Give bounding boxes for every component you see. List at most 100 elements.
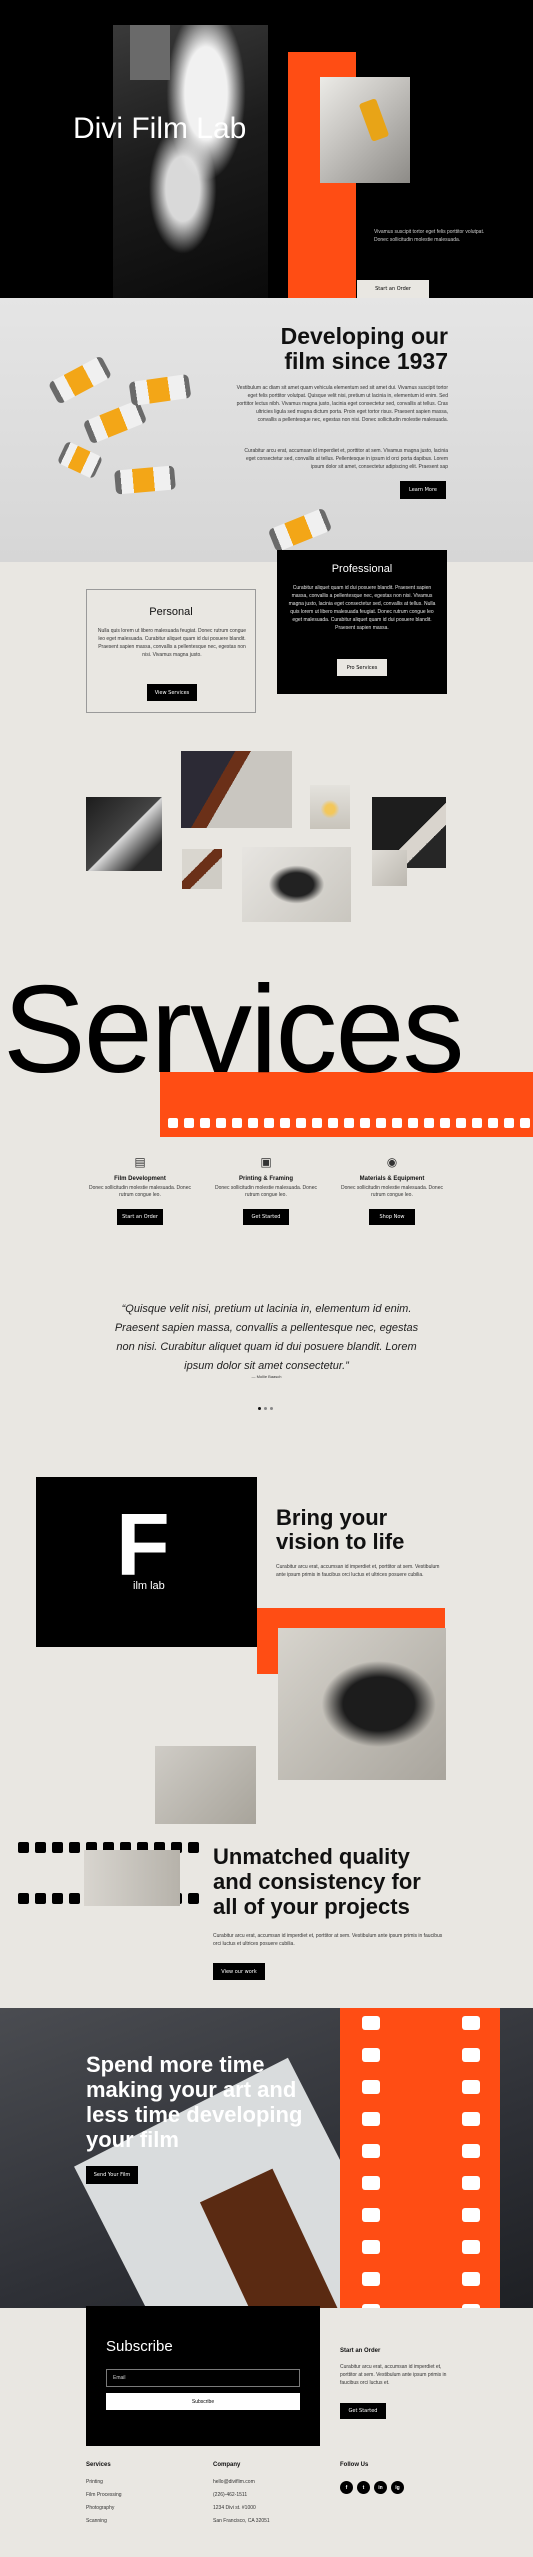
footer-address-line1: 1234 Divi st. #1000 — [213, 2505, 256, 2511]
send-film-button[interactable]: Send Your Film — [86, 2166, 138, 2184]
film-perforation — [462, 2208, 480, 2222]
film-perforation — [462, 2272, 480, 2286]
pagination-dot[interactable] — [264, 1407, 267, 1410]
film-perforation — [312, 1118, 322, 1128]
professional-card: Professional Curabitur aliquet quam id d… — [277, 550, 447, 694]
hero-film-roll-photo — [320, 77, 410, 183]
film-canister-photo — [47, 355, 113, 405]
collage-photo-lamp — [310, 785, 350, 829]
pagination-dot[interactable] — [270, 1407, 273, 1410]
film-perforation — [362, 2240, 380, 2254]
footer-email[interactable]: hello@diviflim.com — [213, 2479, 255, 2485]
footer-phone: (226)-462-1511 — [213, 2492, 248, 2498]
bring-vision-text: Curabitur arcu erat, accumsan id imperdi… — [276, 1564, 440, 1578]
twitter-icon[interactable]: t — [357, 2481, 370, 2494]
film-canister-photo — [267, 507, 333, 553]
film-perforation — [520, 1118, 530, 1128]
film-perforation — [296, 1118, 306, 1128]
film-perforation — [440, 1118, 450, 1128]
professional-card-text: Curabitur aliquet quam id dui posuere bl… — [288, 585, 436, 631]
testimonial-quote: “Quisque velit nisi, pretium ut lacinia … — [114, 1303, 419, 1372]
film-perforation — [248, 1118, 258, 1128]
pro-services-button[interactable]: Pro Services — [337, 659, 387, 676]
collage-photo-detail — [372, 850, 407, 886]
hero-text: Vivamus suscipit tortor eget felis portt… — [374, 229, 485, 243]
collage-photo-strip — [182, 849, 222, 889]
facebook-icon[interactable]: f — [340, 2481, 353, 2494]
footer-link-photography[interactable]: Photography — [86, 2505, 114, 2511]
film-perforation — [69, 1893, 80, 1904]
film-perforation — [462, 2144, 480, 2158]
film-canister-photo — [128, 373, 192, 407]
subscribe-button[interactable]: Subscribe — [106, 2393, 300, 2410]
film-perforation — [52, 1893, 63, 1904]
film-canister-photo — [56, 440, 104, 480]
camera-icon: ◉ — [386, 1155, 398, 1169]
view-services-button[interactable]: View Services — [147, 684, 197, 701]
service-name: Printing & Framing — [239, 1176, 293, 1182]
footer-link-film-processing[interactable]: Film Processing — [86, 2492, 122, 2498]
film-perforation — [362, 2304, 380, 2308]
start-order-button[interactable]: Start an Order — [117, 1209, 163, 1225]
film-perforation — [362, 2144, 380, 2158]
quality-text: Curabitur arcu erat, accumsan id imperdi… — [213, 1933, 443, 1947]
get-started-button[interactable]: Get Started — [243, 1209, 289, 1225]
film-perforation — [462, 2048, 480, 2062]
film-perforation — [328, 1118, 338, 1128]
film-perforation — [264, 1118, 274, 1128]
cta-title: Spend more time making your art and less… — [86, 2052, 303, 2152]
get-started-button[interactable]: Get Started — [340, 2403, 386, 2419]
brand-logo-letter: F — [116, 1495, 170, 1594]
hero-section — [0, 0, 533, 298]
footer-follow-title: Follow Us — [340, 2462, 369, 2468]
personal-card-title: Personal — [149, 606, 193, 618]
pagination-dot[interactable] — [258, 1407, 261, 1410]
film-perforation — [392, 1118, 402, 1128]
footer-link-scanning[interactable]: Scanning — [86, 2518, 107, 2524]
start-order-text: Curabitur arcu erat, accumsan id imperdi… — [340, 2364, 447, 2386]
subscribe-title: Subscribe — [106, 2338, 173, 2355]
film-perforation — [362, 2080, 380, 2094]
professional-card-title: Professional — [331, 563, 393, 575]
film-perforation — [69, 1842, 80, 1853]
service-name: Film Development — [114, 1176, 166, 1182]
film-perforation — [35, 1893, 46, 1904]
footer-address-line2: San Francisco, CA 32051 — [213, 2518, 270, 2524]
film-perforation — [462, 2240, 480, 2254]
service-desc: Donec sollicitudin molestie malesuada. D… — [341, 1185, 443, 1198]
start-order-button[interactable]: Start an Order — [357, 280, 429, 298]
service-name: Materials & Equipment — [359, 1176, 425, 1182]
film-perforation — [408, 1118, 418, 1128]
film-perforation — [184, 1118, 194, 1128]
film-perforation — [362, 2272, 380, 2286]
quality-film-photo — [84, 1850, 180, 1906]
film-perforation — [362, 2112, 380, 2126]
view-our-work-button[interactable]: View our work — [213, 1963, 265, 1980]
learn-more-button[interactable]: Learn More — [400, 481, 446, 499]
brand-logo-text: ilm lab — [133, 1580, 165, 1592]
film-perforation — [424, 1118, 434, 1128]
instagram-icon[interactable]: ig — [391, 2481, 404, 2494]
bring-vision-title: Bring your vision to life — [276, 1505, 405, 1554]
footer-link-printing[interactable]: Printing — [86, 2479, 103, 2485]
linkedin-icon[interactable]: in — [374, 2481, 387, 2494]
email-input[interactable]: Email — [106, 2369, 300, 2387]
film-perforation — [362, 2016, 380, 2030]
film-perforation — [362, 2176, 380, 2190]
hero-film-strip-photo — [130, 25, 170, 80]
film-perforation — [18, 1842, 29, 1853]
film-perforation — [488, 1118, 498, 1128]
services-heading: Services — [3, 961, 464, 1099]
shop-now-button[interactable]: Shop Now — [369, 1209, 415, 1225]
film-perforation — [344, 1118, 354, 1128]
film-perforation — [360, 1118, 370, 1128]
film-perforation — [232, 1118, 242, 1128]
hero-title: Divi Film Lab — [73, 112, 247, 145]
film-perforation — [35, 1842, 46, 1853]
film-perforation — [18, 1893, 29, 1904]
film-perforation — [52, 1842, 63, 1853]
film-paragraph-1: Vestibulum ac diam sit amet quam vehicul… — [236, 385, 448, 423]
film-perforation — [168, 1118, 178, 1128]
collage-photo-lab — [86, 797, 162, 871]
service-materials-equipment: ◉ Materials & Equipment Donec sollicitud… — [337, 1155, 447, 1225]
